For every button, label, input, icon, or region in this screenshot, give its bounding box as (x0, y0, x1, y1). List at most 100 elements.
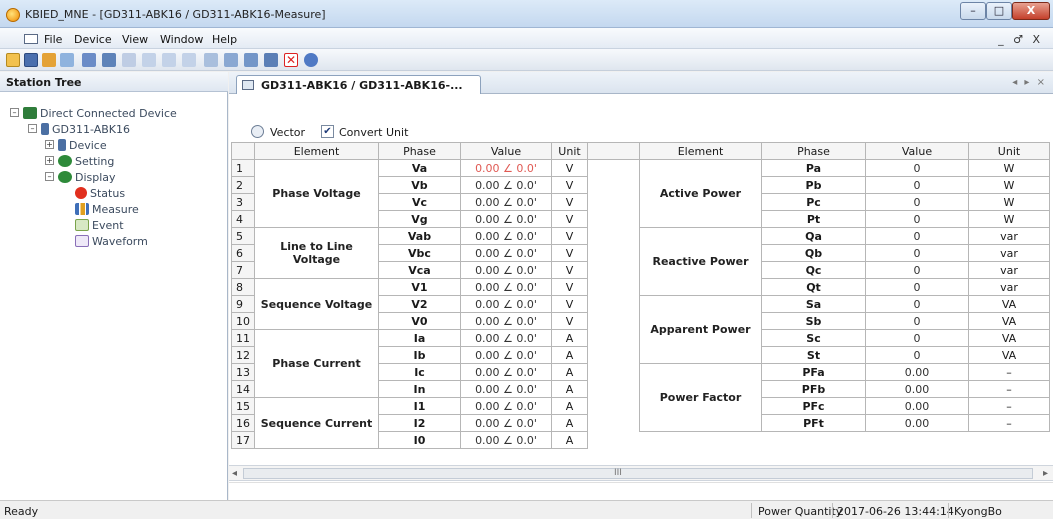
value-cell[interactable]: 0.00 ∠ 0.0' (461, 245, 552, 262)
menu-window[interactable]: Window (160, 33, 203, 46)
value-cell[interactable]: 0 (866, 279, 969, 296)
tree-expander[interactable]: + (45, 156, 54, 165)
phase-cell[interactable]: Qa (762, 228, 866, 245)
value-cell[interactable]: 0 (866, 330, 969, 347)
unit-cell[interactable]: V (552, 211, 588, 228)
phase-cell[interactable]: Vab (379, 228, 461, 245)
unit-cell[interactable]: V (552, 262, 588, 279)
column-header[interactable]: Value (866, 142, 969, 160)
tree-node-device[interactable]: + Device (45, 139, 107, 152)
value-cell[interactable]: 0 (866, 262, 969, 279)
unit-cell[interactable]: VA (969, 313, 1050, 330)
value-cell[interactable]: 0.00 (866, 398, 969, 415)
phase-cell[interactable]: V1 (379, 279, 461, 296)
tree-node-waveform[interactable]: Waveform (75, 235, 148, 248)
unit-cell[interactable]: var (969, 228, 1050, 245)
unit-cell[interactable]: W (969, 194, 1050, 211)
unit-cell[interactable]: VA (969, 347, 1050, 364)
value-cell[interactable]: 0 (866, 245, 969, 262)
phase-cell[interactable]: St (762, 347, 866, 364)
value-cell[interactable]: 0.00 ∠ 0.0' (461, 381, 552, 398)
disconnect-icon[interactable] (60, 53, 74, 67)
value-cell[interactable]: 0.00 ∠ 0.0' (461, 160, 552, 177)
unit-cell[interactable]: A (552, 347, 588, 364)
phase-cell[interactable]: Ib (379, 347, 461, 364)
value-cell[interactable]: 0.00 (866, 364, 969, 381)
phase-cell[interactable]: Vbc (379, 245, 461, 262)
phase-cell[interactable]: V0 (379, 313, 461, 330)
tree-node-setting[interactable]: + Setting (45, 155, 114, 168)
column-header[interactable]: Phase (762, 142, 866, 160)
phase-cell[interactable]: Pb (762, 177, 866, 194)
unit-cell[interactable]: V (552, 160, 588, 177)
value-cell[interactable]: 0.00 (866, 415, 969, 432)
unit-cell[interactable]: A (552, 432, 588, 449)
unit-cell[interactable]: W (969, 211, 1050, 228)
value-cell[interactable]: 0.00 ∠ 0.0' (461, 177, 552, 194)
tab-measure[interactable]: GD311-ABK16 / GD311-ABK16-... (236, 75, 481, 94)
value-cell[interactable]: 0 (866, 211, 969, 228)
value-cell[interactable]: 0 (866, 228, 969, 245)
window-icon[interactable] (204, 53, 218, 67)
value-cell[interactable]: 0.00 ∠ 0.0' (461, 262, 552, 279)
unit-cell[interactable]: V (552, 228, 588, 245)
tree-node-status[interactable]: Status (75, 187, 125, 200)
phase-cell[interactable]: I0 (379, 432, 461, 449)
phase-cell[interactable]: Pt (762, 211, 866, 228)
unit-cell[interactable]: V (552, 245, 588, 262)
cascade-icon[interactable] (244, 53, 258, 67)
phase-cell[interactable]: I1 (379, 398, 461, 415)
unit-cell[interactable]: V (552, 313, 588, 330)
value-cell[interactable]: 0 (866, 160, 969, 177)
unit-cell[interactable]: W (969, 177, 1050, 194)
minimize-button[interactable]: – (960, 2, 986, 20)
unit-cell[interactable]: VA (969, 296, 1050, 313)
scroll-thumb[interactable]: III (243, 468, 1033, 479)
network-icon[interactable] (264, 53, 278, 67)
unit-cell[interactable]: A (552, 415, 588, 432)
menu-device[interactable]: Device (74, 33, 112, 46)
phase-cell[interactable]: Vc (379, 194, 461, 211)
connect-icon[interactable] (42, 53, 56, 67)
value-cell[interactable]: 0.00 ∠ 0.0' (461, 211, 552, 228)
tree-node-gd311-abk16[interactable]: – GD311-ABK16 (28, 123, 130, 136)
write-icon[interactable] (122, 53, 136, 67)
read-icon[interactable] (102, 53, 116, 67)
phase-cell[interactable]: V2 (379, 296, 461, 313)
unit-cell[interactable]: V (552, 177, 588, 194)
value-cell[interactable]: 0.00 ∠ 0.0' (461, 296, 552, 313)
phase-cell[interactable]: In (379, 381, 461, 398)
save-icon[interactable] (24, 53, 38, 67)
delete-icon[interactable]: ✕ (284, 53, 298, 67)
tree-expander[interactable]: – (45, 172, 54, 181)
phase-cell[interactable]: PFc (762, 398, 866, 415)
tree-node-event[interactable]: Event (75, 219, 124, 232)
unit-cell[interactable]: – (969, 364, 1050, 381)
unit-cell[interactable]: W (969, 160, 1050, 177)
vector-icon[interactable] (251, 125, 264, 138)
column-header[interactable]: Unit (969, 142, 1050, 160)
menu-file[interactable]: File (44, 33, 62, 46)
value-cell[interactable]: 0.00 ∠ 0.0' (461, 415, 552, 432)
value-cell[interactable]: 0 (866, 347, 969, 364)
phase-cell[interactable]: Sa (762, 296, 866, 313)
column-header[interactable]: Element (255, 142, 379, 160)
tab-navigation[interactable]: ◂ ▸ × (1012, 77, 1047, 88)
unit-cell[interactable]: A (552, 330, 588, 347)
value-cell[interactable]: 0.00 ∠ 0.0' (461, 279, 552, 296)
tree-node-direct-connected-device[interactable]: – Direct Connected Device (10, 107, 177, 120)
column-header[interactable]: Phase (379, 142, 461, 160)
tree-expander[interactable]: – (10, 108, 19, 117)
phase-cell[interactable]: Sb (762, 313, 866, 330)
tile-icon[interactable] (224, 53, 238, 67)
scroll-left-icon[interactable]: ◂ (232, 468, 237, 479)
unit-cell[interactable]: var (969, 262, 1050, 279)
unit-cell[interactable]: – (969, 415, 1050, 432)
phase-cell[interactable]: I2 (379, 415, 461, 432)
help-icon[interactable] (304, 53, 318, 67)
unit-cell[interactable]: V (552, 279, 588, 296)
column-header[interactable]: Value (461, 142, 552, 160)
unit-cell[interactable]: – (969, 398, 1050, 415)
phase-cell[interactable]: Pc (762, 194, 866, 211)
unit-cell[interactable]: VA (969, 330, 1050, 347)
